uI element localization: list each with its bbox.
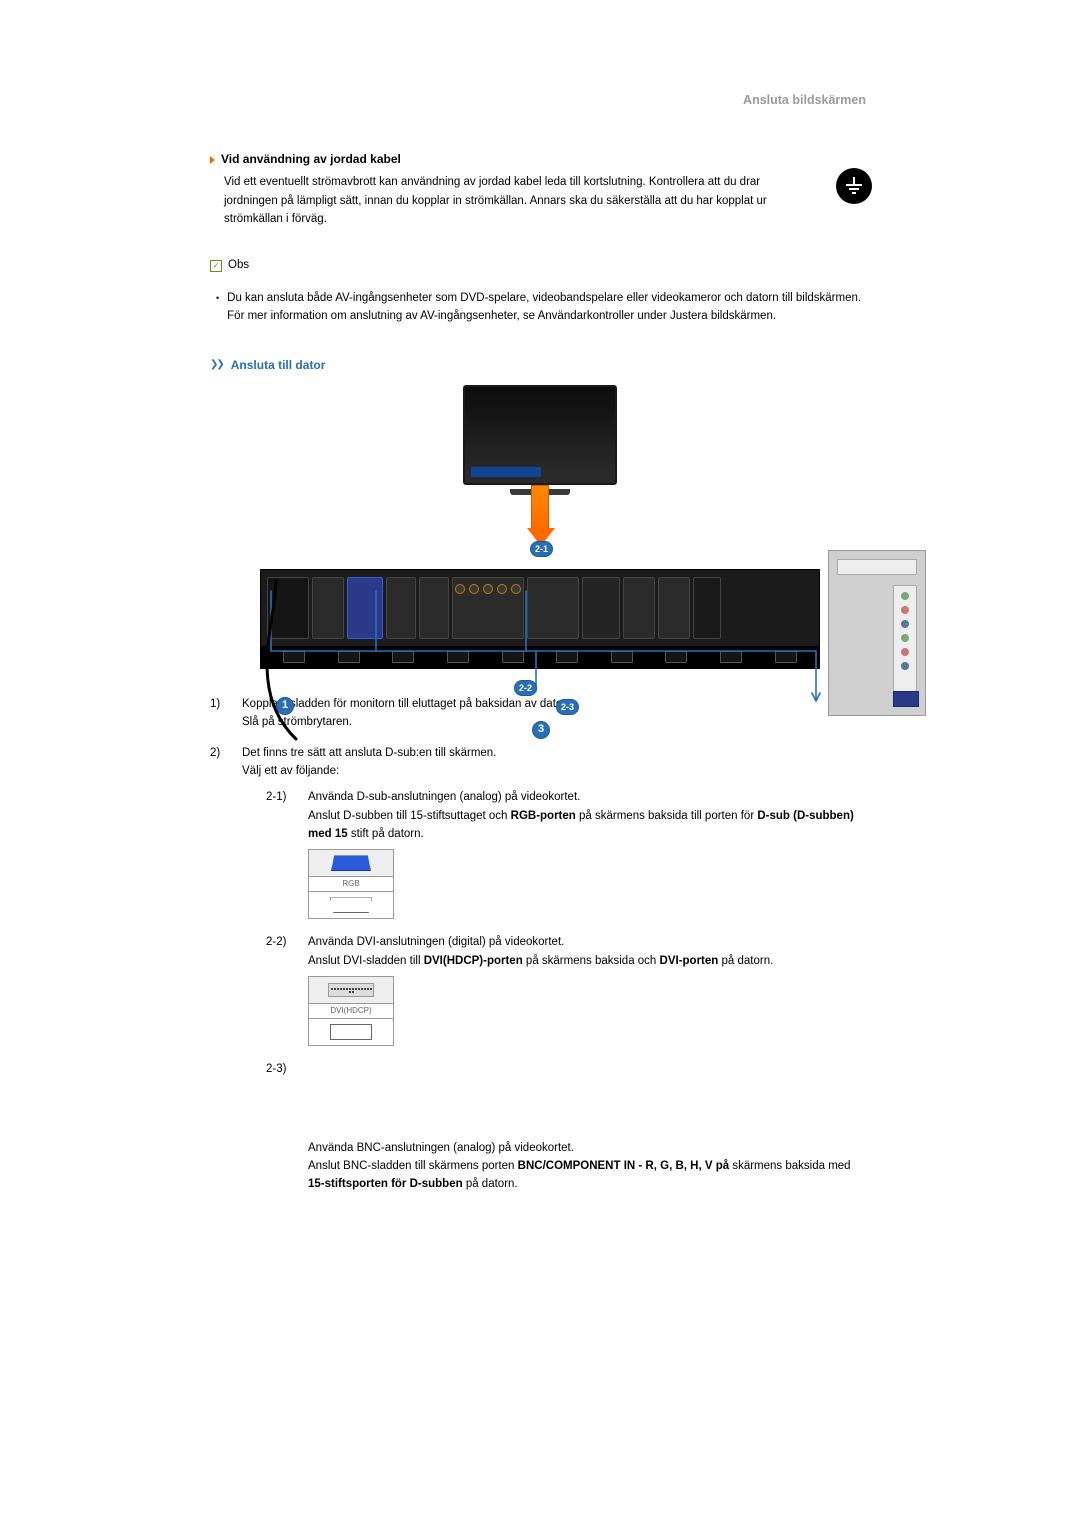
- callout-3: 3: [532, 721, 550, 739]
- port-thumbnail-rgb: RGB: [308, 849, 394, 919]
- note-item: Du kan ansluta både AV-ingångsenheter so…: [227, 289, 870, 326]
- substep-text: Anslut D-subben till 15-stiftsuttaget oc…: [308, 807, 870, 844]
- connection-diagram: 2-1 2-2 2-3 1 3: [210, 385, 870, 669]
- callout-1: 1: [276, 697, 294, 715]
- io-label-strip: [260, 647, 820, 669]
- step-number: 1): [210, 695, 226, 732]
- note-list: • Du kan ansluta både AV-ingångsenheter …: [216, 289, 870, 326]
- section-text: Vid ett eventuellt strömavbrott kan anvä…: [224, 173, 810, 228]
- section-heading-label: Ansluta till dator: [231, 356, 326, 375]
- callout-2-1: 2-1: [530, 541, 553, 557]
- step-text: Det finns tre sätt att ansluta D-sub:en …: [242, 744, 870, 762]
- callout-2-3: 2-3: [556, 699, 579, 715]
- ground-symbol-icon: [836, 168, 872, 204]
- note-label: Obs: [228, 256, 249, 274]
- arrow-icon: [210, 156, 215, 164]
- step-number: 2): [210, 744, 226, 1194]
- callout-2-2: 2-2: [514, 680, 537, 696]
- section-heading-connect-pc: ❯❯ Ansluta till dator: [210, 356, 870, 375]
- note-row: ✓ Obs: [210, 256, 870, 274]
- monitor-front-illustration: [463, 385, 617, 485]
- chevron-icon: ❯❯: [210, 357, 223, 373]
- section-heading-grounded-cable: Vid användning av jordad kabel: [210, 150, 870, 169]
- pc-tower-illustration: [828, 550, 926, 716]
- monitor-rear-io-panel: [260, 569, 820, 647]
- section-heading-label: Vid användning av jordad kabel: [221, 150, 401, 169]
- substep-text: Anslut DVI-sladden till DVI(HDCP)-porten…: [308, 952, 773, 970]
- substep-number: 2-2): [266, 933, 290, 1046]
- step-text: Välj ett av följande:: [242, 762, 870, 780]
- checkbox-icon: ✓: [210, 260, 222, 272]
- substep-text: Anslut BNC-sladden till skärmens porten …: [308, 1157, 870, 1194]
- substep-number: 2-3): [266, 1060, 290, 1078]
- step-text: Slå på strömbrytaren.: [242, 713, 576, 731]
- substep-text: Använda DVI-anslutningen (digital) på vi…: [308, 933, 773, 951]
- substep-text: Använda D-sub-anslutningen (analog) på v…: [308, 788, 870, 806]
- substep-number: 2-1): [266, 788, 290, 919]
- instruction-steps: 1) Koppla elsladden för monitorn till el…: [210, 695, 870, 1194]
- page-title: Ansluta bildskärmen: [210, 90, 870, 110]
- arrow-down-icon: [527, 485, 553, 545]
- substep-text: Använda BNC-anslutningen (analog) på vid…: [308, 1139, 870, 1157]
- port-thumbnail-dvi: DVI(HDCP): [308, 976, 394, 1046]
- bullet-icon: •: [216, 289, 219, 326]
